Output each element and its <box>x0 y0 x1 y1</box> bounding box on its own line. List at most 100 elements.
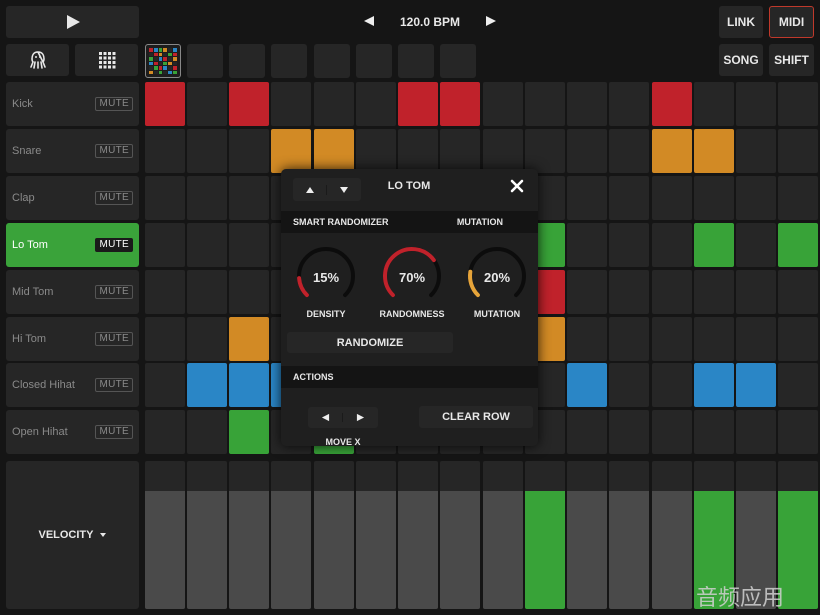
step-cell[interactable] <box>145 223 185 267</box>
step-cell[interactable] <box>652 129 692 173</box>
step-cell[interactable] <box>314 129 354 173</box>
step-cell[interactable] <box>736 223 776 267</box>
velocity-column[interactable] <box>145 461 185 609</box>
track-hi-tom[interactable]: Hi Tom MUTE <box>6 317 139 361</box>
mute-button[interactable]: MUTE <box>95 425 133 439</box>
pattern-slot-4[interactable] <box>271 44 307 78</box>
step-cell[interactable] <box>778 176 818 220</box>
pattern-slot-1[interactable] <box>145 44 181 78</box>
step-cell[interactable] <box>694 363 734 407</box>
step-cell[interactable] <box>314 82 354 126</box>
step-cell[interactable] <box>567 223 607 267</box>
step-cell[interactable] <box>736 363 776 407</box>
pattern-slot-2[interactable] <box>187 44 223 78</box>
step-cell[interactable] <box>694 270 734 314</box>
step-cell[interactable] <box>736 129 776 173</box>
step-cell[interactable] <box>440 129 480 173</box>
step-cell[interactable] <box>778 82 818 126</box>
velocity-column[interactable] <box>314 461 354 609</box>
step-cell[interactable] <box>694 223 734 267</box>
step-cell[interactable] <box>567 270 607 314</box>
velocity-column[interactable] <box>187 461 227 609</box>
velocity-column[interactable] <box>440 461 480 609</box>
velocity-column[interactable] <box>229 461 269 609</box>
step-cell[interactable] <box>609 82 649 126</box>
track-kick[interactable]: Kick MUTE <box>6 82 139 126</box>
velocity-column[interactable] <box>356 461 396 609</box>
step-cell[interactable] <box>229 363 269 407</box>
step-cell[interactable] <box>609 363 649 407</box>
track-snare[interactable]: Snare MUTE <box>6 129 139 173</box>
step-cell[interactable] <box>145 129 185 173</box>
track-open-hihat[interactable]: Open Hihat MUTE <box>6 410 139 454</box>
step-cell[interactable] <box>609 317 649 361</box>
tempo-label[interactable]: 120.0 BPM <box>400 15 460 29</box>
song-button[interactable]: SONG <box>719 44 763 76</box>
step-cell[interactable] <box>145 410 185 454</box>
randomize-button[interactable]: RANDOMIZE <box>287 332 453 353</box>
clear-row-button[interactable]: CLEAR ROW <box>419 406 533 428</box>
step-cell[interactable] <box>694 410 734 454</box>
step-cell[interactable] <box>145 270 185 314</box>
step-cell[interactable] <box>356 82 396 126</box>
step-cell[interactable] <box>187 82 227 126</box>
step-cell[interactable] <box>229 129 269 173</box>
tempo-up-button[interactable] <box>482 14 500 30</box>
step-cell[interactable] <box>778 270 818 314</box>
step-cell[interactable] <box>567 317 607 361</box>
move-right-button[interactable] <box>343 413 378 422</box>
step-cell[interactable] <box>609 223 649 267</box>
step-cell[interactable] <box>609 176 649 220</box>
mute-button[interactable]: MUTE <box>95 191 133 205</box>
mute-button[interactable]: MUTE <box>95 332 133 346</box>
step-cell[interactable] <box>567 129 607 173</box>
tempo-down-button[interactable] <box>360 14 378 30</box>
step-cell[interactable] <box>567 82 607 126</box>
step-cell[interactable] <box>736 82 776 126</box>
step-cell[interactable] <box>440 82 480 126</box>
pattern-slot-6[interactable] <box>356 44 392 78</box>
step-cell[interactable] <box>609 270 649 314</box>
step-cell[interactable] <box>609 129 649 173</box>
step-cell[interactable] <box>187 270 227 314</box>
step-cell[interactable] <box>145 317 185 361</box>
step-cell[interactable] <box>187 176 227 220</box>
step-cell[interactable] <box>229 317 269 361</box>
step-cell[interactable] <box>736 270 776 314</box>
mute-button[interactable]: MUTE <box>95 97 133 111</box>
octopus-button[interactable] <box>6 44 69 76</box>
step-cell[interactable] <box>187 363 227 407</box>
step-cell[interactable] <box>187 317 227 361</box>
step-cell[interactable] <box>271 82 311 126</box>
step-cell[interactable] <box>229 270 269 314</box>
step-cell[interactable] <box>187 410 227 454</box>
knob-randomness[interactable]: 70% <box>380 244 444 308</box>
move-left-button[interactable] <box>308 413 343 422</box>
track-clap[interactable]: Clap MUTE <box>6 176 139 220</box>
velocity-column[interactable] <box>271 461 311 609</box>
step-cell[interactable] <box>652 176 692 220</box>
pattern-slot-5[interactable] <box>314 44 350 78</box>
step-cell[interactable] <box>229 223 269 267</box>
step-cell[interactable] <box>398 129 438 173</box>
step-cell[interactable] <box>145 363 185 407</box>
track-next-button[interactable] <box>327 185 360 195</box>
step-cell[interactable] <box>145 176 185 220</box>
step-cell[interactable] <box>229 176 269 220</box>
step-cell[interactable] <box>736 317 776 361</box>
pattern-slot-3[interactable] <box>229 44 265 78</box>
track-lo-tom[interactable]: Lo Tom MUTE <box>6 223 139 267</box>
velocity-selector[interactable]: VELOCITY <box>6 461 139 609</box>
velocity-column[interactable] <box>525 461 565 609</box>
close-button[interactable] <box>510 177 524 197</box>
step-cell[interactable] <box>525 82 565 126</box>
step-cell[interactable] <box>567 410 607 454</box>
step-cell[interactable] <box>778 410 818 454</box>
step-cell[interactable] <box>694 129 734 173</box>
step-cell[interactable] <box>694 317 734 361</box>
step-cell[interactable] <box>736 410 776 454</box>
track-prev-button[interactable] <box>294 184 327 195</box>
step-cell[interactable] <box>694 176 734 220</box>
step-cell[interactable] <box>356 129 396 173</box>
step-cell[interactable] <box>229 82 269 126</box>
